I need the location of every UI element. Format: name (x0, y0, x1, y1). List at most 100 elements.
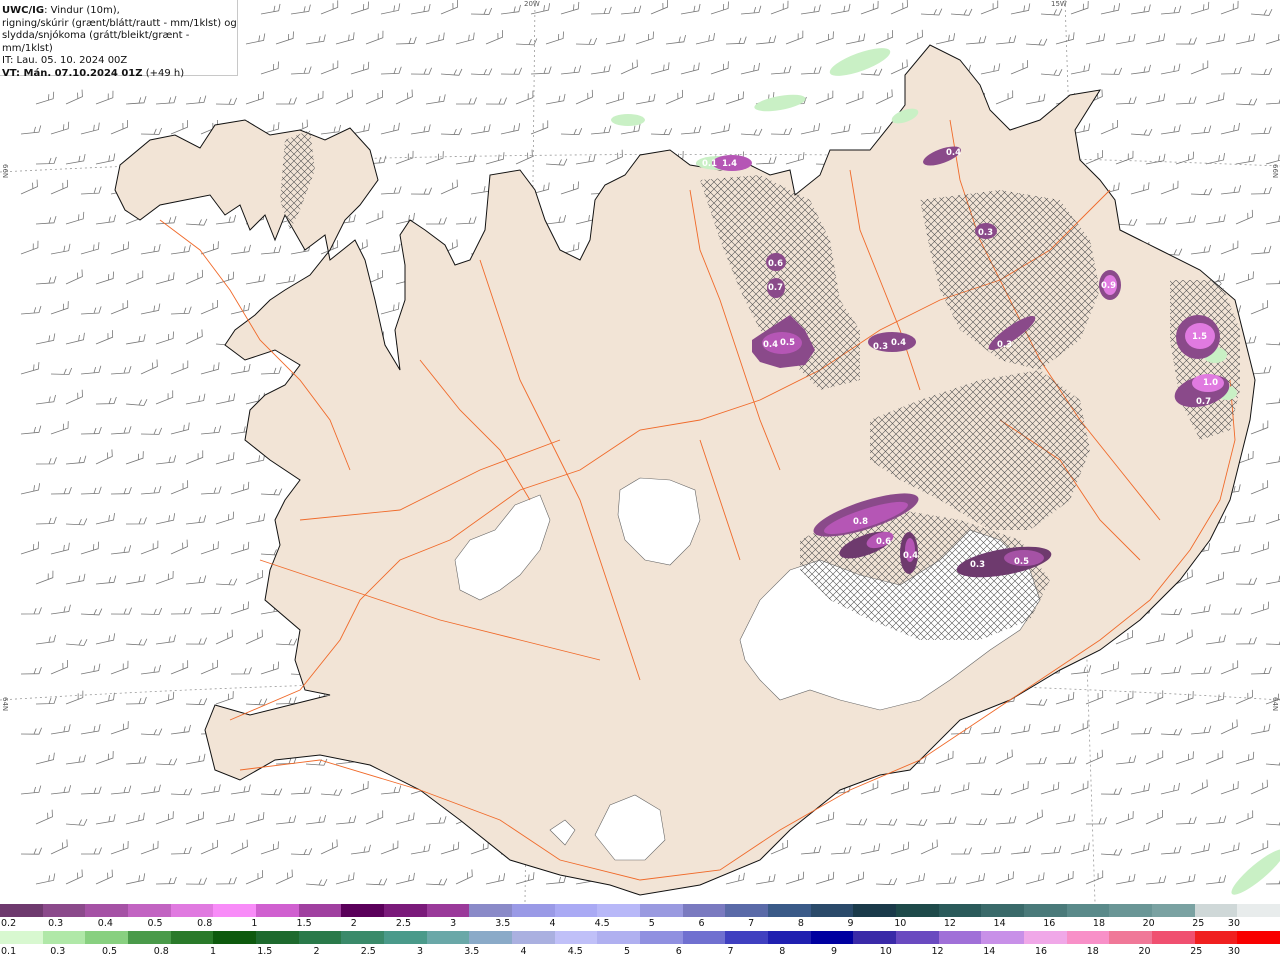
value-label: 0.1 (702, 159, 717, 169)
header-line-3: slydda/snjókoma (grátt/bleikt/grænt - mm… (2, 30, 190, 54)
legend-tick-label: 14 (993, 918, 1006, 929)
value-label: 0.3 (873, 342, 888, 352)
value-label: 0.3 (978, 228, 993, 238)
longitude-label-20w: 20W (524, 0, 540, 8)
legend-tick-label: 2.5 (360, 946, 376, 957)
legend-swatch (682, 931, 726, 944)
value-label: 0.8 (853, 517, 868, 527)
rain-color-legend (0, 931, 1280, 944)
legend-tick-label: 8 (797, 918, 804, 929)
legend-tick-label: 6 (675, 946, 682, 957)
rain-legend-ticks: 0.1 0.3 0.5 0.8 1 1.5 2 2.5 3 3.5 4 4.5 5 6 7 8 9 10 12 14 1… (0, 946, 1280, 958)
legend-swatch (170, 904, 214, 917)
legend-tick-label: 0.4 (97, 918, 113, 929)
legend-tick-label: 4 (520, 946, 527, 957)
model-name: UWC/IG (2, 5, 45, 16)
legend-tick-label: 12 (931, 946, 944, 957)
value-label: 0.7 (768, 283, 783, 293)
legend-tick-label: 0.3 (50, 946, 66, 957)
legend-swatch (853, 931, 897, 944)
legend-swatch (1152, 931, 1196, 944)
legend-swatch (554, 931, 598, 944)
legend-tick-label: 12 (943, 918, 956, 929)
value-label: 0.5 (1014, 557, 1029, 567)
legend-tick-label: 1.5 (296, 918, 312, 929)
latitude-label-66n-right: 66N (1271, 164, 1279, 179)
legend-swatch (426, 904, 470, 917)
header-line-5: VT: Mán. 07.10.2024 01Z (+49 h) (2, 68, 237, 81)
legend-tick-label: 0.5 (147, 918, 163, 929)
legend-swatch (597, 904, 641, 917)
legend-swatch (810, 904, 854, 917)
legend-tick-label: 4.5 (594, 918, 610, 929)
legend-swatch (853, 904, 897, 917)
legend-swatch (128, 931, 172, 944)
legend-swatch (1066, 931, 1110, 944)
legend-tick-label: 25 (1190, 946, 1203, 957)
legend-swatch (640, 904, 684, 917)
legend-swatch (725, 931, 769, 944)
legend-swatch (1024, 904, 1068, 917)
legend-swatch (981, 904, 1025, 917)
longitude-label-15w: 15W (1051, 0, 1067, 8)
legend-tick-label: 2 (350, 918, 357, 929)
legend-swatch (85, 904, 129, 917)
latitude-label-64n-right: 64N (1271, 697, 1279, 712)
header-line-1: UWC/IG: Vindur (10m), (2, 5, 237, 18)
value-label: 0.4 (946, 148, 961, 158)
legend-swatch (1237, 931, 1280, 944)
legend-swatch (512, 931, 556, 944)
legend-tick-label: 3 (450, 918, 457, 929)
value-label: 0.5 (780, 338, 795, 348)
value-label: 0.6 (768, 259, 783, 269)
legend-tick-label: 1 (251, 918, 258, 929)
legend-swatch (426, 931, 470, 944)
legend-swatch (256, 931, 300, 944)
legend-tick-label: 18 (1086, 946, 1099, 957)
legend-swatch (298, 931, 342, 944)
legend-swatch (85, 931, 129, 944)
legend-swatch (0, 904, 44, 917)
legend-tick-label: 5 (623, 946, 631, 957)
snow-legend-ticks: 0.2 0.3 0.4 0.5 0.8 1 1.5 2 2.5 3 3.5 4 4.5 5 6 7 8 9 10 12… (0, 918, 1280, 930)
iceland-weather-map[interactable]: 0.1 1.4 0.4 0.3 0.6 0.7 0.4 0.5 0.3 0.4 … (0, 0, 1280, 902)
legend-swatch (512, 904, 556, 917)
latitude-label-64n-left: 64N (1, 697, 9, 712)
legend-tick-label: 9 (830, 946, 838, 957)
legend-tick-label: 2.5 (395, 918, 411, 929)
legend-tick-label: 10 (879, 946, 892, 957)
forecast-hour: (+49 h) (142, 67, 185, 79)
legend-swatch (469, 904, 513, 917)
legend-swatch (768, 904, 812, 917)
legend-swatch (42, 931, 86, 944)
legend-swatch (1024, 931, 1068, 944)
legend-swatch (341, 904, 385, 917)
legend-tick-label: 20 (1142, 918, 1155, 929)
legend-tick-label: 0.8 (153, 946, 169, 957)
value-label: 0.3 (997, 340, 1012, 350)
legend-swatch (1237, 904, 1280, 917)
value-label: 1.4 (722, 159, 737, 169)
legend-tick-label: 14 (983, 946, 996, 957)
legend-tick-label: 4.5 (567, 946, 583, 957)
legend-swatch (1066, 904, 1110, 917)
value-label: 0.7 (1196, 397, 1211, 407)
legend-tick-label: 25 (1192, 918, 1205, 929)
legend-swatch (384, 931, 428, 944)
value-label: 0.9 (1101, 281, 1116, 291)
legend-swatch (896, 931, 940, 944)
legend-swatch (170, 931, 214, 944)
legend-swatch (256, 904, 300, 917)
legend-swatch (810, 931, 854, 944)
value-label: 1.0 (1203, 378, 1218, 388)
legend-swatch (42, 904, 86, 917)
legend-tick-label: 30 (1227, 946, 1240, 957)
legend-tick-label: 1 (209, 946, 217, 957)
legend-swatch (597, 931, 641, 944)
legend-tick-label: 0.2 (1, 918, 17, 929)
legend-tick-label: 3 (416, 946, 424, 957)
legend-swatch (1194, 931, 1238, 944)
legend-swatch (341, 931, 385, 944)
legend-swatch (768, 931, 812, 944)
legend-tick-label: 7 (727, 946, 734, 957)
